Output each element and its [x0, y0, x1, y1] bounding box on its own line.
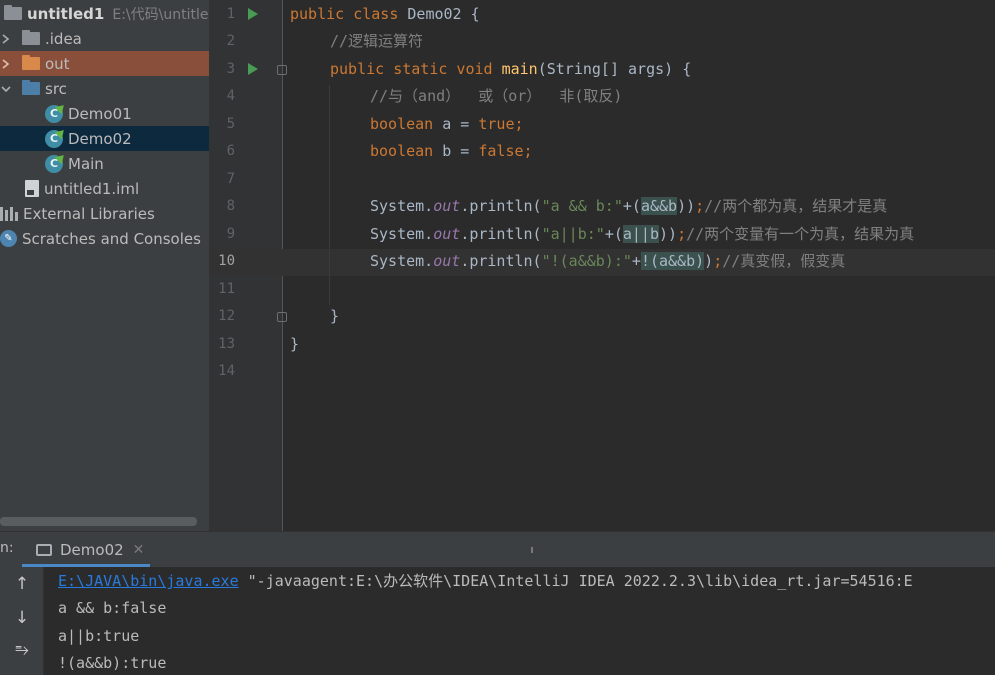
line-number-current: 10: [218, 253, 235, 269]
line-number: 8: [226, 198, 235, 214]
console-output-line: !(a&&b):true: [58, 654, 167, 672]
horizontal-scrollbar[interactable]: [0, 517, 197, 526]
run-gutter-icon[interactable]: [248, 8, 258, 20]
run-tab-label: Demo02: [60, 540, 124, 559]
arrow-down-icon[interactable]: ↓: [12, 607, 32, 629]
tree-item-main[interactable]: C Main: [0, 151, 209, 176]
line-number: 5: [226, 116, 235, 132]
tree-item-label: Demo01: [68, 104, 132, 123]
project-tool-window: untitled1 E:\代码\untitled .idea out src C…: [0, 0, 209, 531]
libraries-icon: [0, 206, 18, 221]
console-output-line: a && b:false: [58, 599, 167, 617]
console-icon: [36, 543, 52, 556]
excluded-folder-icon: [22, 55, 40, 70]
scratches-icon: ✎: [0, 230, 17, 247]
code-line: }: [290, 335, 300, 353]
tree-item-demo02[interactable]: C Demo02: [0, 126, 209, 151]
indent-guide: [329, 85, 330, 305]
line-number: 11: [218, 281, 235, 297]
tree-item-scratches[interactable]: ✎ Scratches and Consoles: [0, 226, 209, 251]
folder-icon: [22, 30, 40, 45]
code-line: boolean a = true;: [370, 115, 524, 133]
code-line-current: System.out.println("!(a&&b):"+!(a&&b));/…: [370, 252, 846, 270]
tree-item-src[interactable]: src: [0, 76, 209, 101]
run-tab-demo02[interactable]: Demo02 ✕: [22, 535, 150, 567]
java-exe-link[interactable]: E:\JAVA\bin\java.exe: [58, 572, 239, 590]
line-number: 4: [226, 88, 235, 104]
tree-item-label: External Libraries: [23, 204, 155, 223]
chevron-down-icon[interactable]: [0, 83, 12, 95]
tree-item-out[interactable]: out: [0, 51, 209, 76]
console-command-line: E:\JAVA\bin\java.exe "-javaagent:E:\办公软件…: [58, 572, 913, 590]
line-number: 13: [218, 336, 235, 352]
tree-item-project-root[interactable]: untitled1 E:\代码\untitled: [0, 1, 209, 26]
run-gutter-icon[interactable]: [248, 63, 258, 75]
chevron-right-icon[interactable]: [0, 58, 12, 70]
run-window-label: n:: [0, 540, 14, 556]
panel-drag-handle[interactable]: [531, 547, 533, 553]
tree-item-label: Main: [68, 154, 104, 173]
soft-wrap-icon[interactable]: ⥱: [12, 639, 32, 661]
source-folder-icon: [22, 80, 40, 95]
line-number: 12: [218, 308, 235, 324]
tree-item-demo01[interactable]: C Demo01: [0, 101, 209, 126]
module-file-icon: [25, 180, 39, 197]
code-line: System.out.println("a && b:"+(a&&b));//两…: [370, 197, 888, 215]
java-class-icon: C: [45, 129, 63, 148]
code-line: public static void main(String[] args) {: [330, 60, 692, 78]
line-number: 6: [226, 143, 235, 159]
tree-item-iml[interactable]: untitled1.iml: [0, 176, 209, 201]
fold-icon[interactable]: [277, 312, 287, 322]
line-number: 9: [226, 226, 235, 242]
console-output-line: a||b:true: [58, 627, 140, 645]
code-line: //与（and） 或（or） 非(取反): [370, 87, 623, 105]
code-line: }: [330, 307, 340, 325]
line-number: 1: [226, 6, 235, 22]
line-number: 14: [218, 363, 235, 379]
code-line: System.out.println("a||b:"+(a||b));//两个变…: [370, 225, 915, 243]
tree-item-label: Scratches and Consoles: [22, 229, 201, 248]
java-class-icon: C: [45, 154, 63, 173]
project-folder-icon: [4, 5, 22, 20]
java-class-icon: C: [45, 104, 63, 123]
code-line: boolean b = false;: [370, 142, 533, 160]
tree-item-label: src: [45, 79, 67, 98]
run-toolbar: ↑ ↓ ⥱: [0, 567, 44, 675]
tree-item-label: Demo02: [68, 129, 132, 148]
tree-item-external-libraries[interactable]: External Libraries: [0, 201, 209, 226]
code-line: public class Demo02 {: [290, 5, 480, 23]
code-line: //逻辑运算符: [330, 32, 424, 50]
line-number: 3: [226, 61, 235, 77]
project-path: E:\代码\untitled: [112, 6, 209, 23]
fold-icon[interactable]: [277, 65, 287, 75]
project-name: untitled1: [27, 4, 105, 23]
line-number: 2: [226, 33, 235, 49]
arrow-up-icon[interactable]: ↑: [12, 573, 32, 595]
tree-item-label: untitled1.iml: [44, 179, 140, 198]
close-icon[interactable]: ✕: [133, 542, 145, 558]
line-number: 7: [226, 171, 235, 187]
chevron-right-icon[interactable]: [0, 33, 12, 45]
tree-item-label: .idea: [45, 29, 82, 48]
tree-item-idea[interactable]: .idea: [0, 26, 209, 51]
tree-item-label: out: [45, 54, 70, 73]
